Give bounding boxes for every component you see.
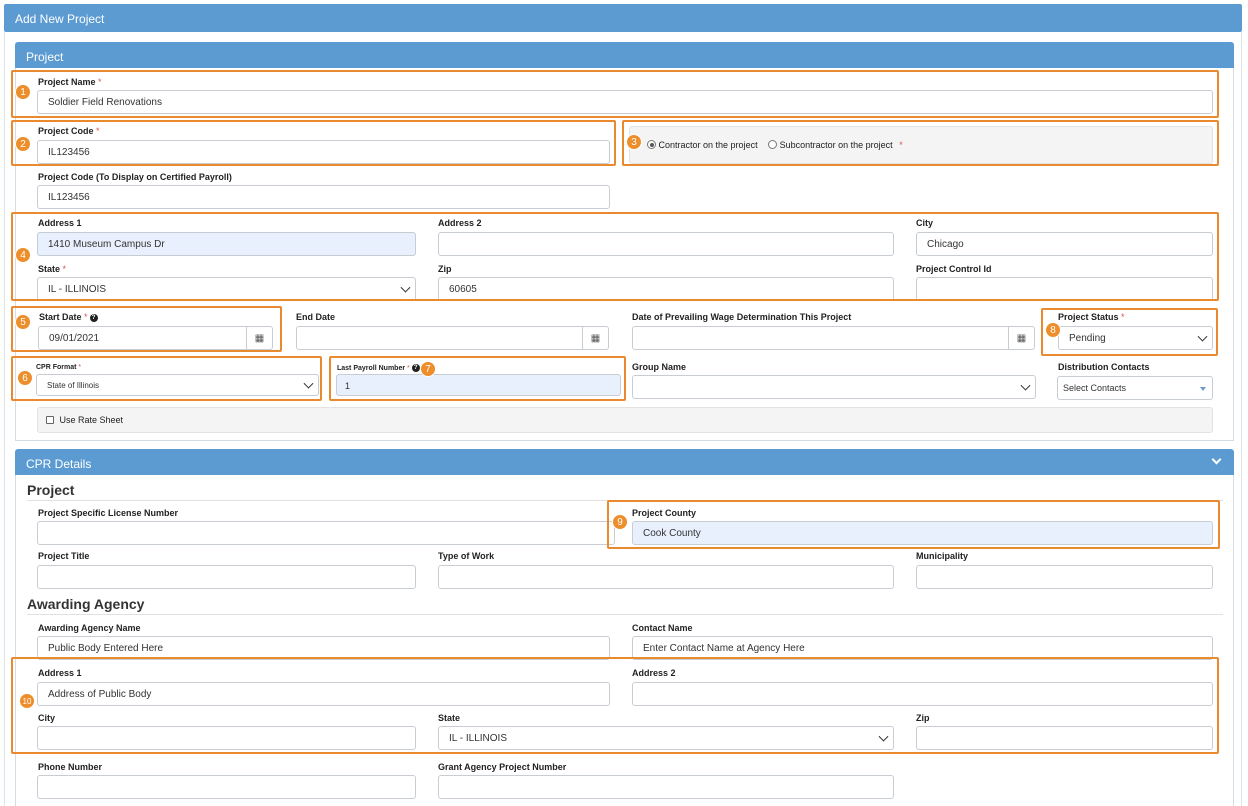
type-of-work-input[interactable] (438, 565, 894, 589)
distribution-contacts-label: Distribution Contacts (1058, 362, 1150, 372)
project-panel-header: Project (15, 42, 1234, 68)
callout-box (329, 356, 626, 401)
type-of-work-label: Type of Work (438, 551, 495, 561)
chevron-down-icon[interactable] (1211, 454, 1222, 465)
distribution-contacts-select[interactable]: Select Contacts (1057, 376, 1213, 400)
project-title-input[interactable] (37, 565, 416, 589)
municipality-label: Municipality (916, 551, 969, 561)
rate-sheet-row (37, 407, 1213, 433)
project-section-heading: Project (27, 482, 75, 498)
project-code-display-input[interactable]: IL123456 (37, 185, 610, 209)
callout-badge: 2 (15, 136, 31, 152)
group-name-select[interactable] (632, 375, 1036, 399)
calendar-icon[interactable]: ▦ (582, 327, 608, 349)
end-date-input[interactable]: ▦ (296, 326, 609, 350)
cpr-panel-title: CPR Details (26, 457, 92, 471)
prevailing-wage-date-label: Date of Prevailing Wage Determination Th… (632, 312, 852, 322)
use-rate-sheet-option[interactable]: Use Rate Sheet (46, 415, 123, 425)
use-rate-sheet-checkbox[interactable] (46, 416, 54, 424)
contact-name-label: Contact Name (632, 623, 693, 633)
callout-box (11, 212, 1219, 301)
phone-number-label: Phone Number (38, 762, 103, 772)
project-code-display-label: Project Code (To Display on Certified Pa… (38, 172, 232, 182)
agency-name-label: Awarding Agency Name (38, 623, 141, 633)
cpr-panel-header[interactable]: CPR Details (15, 449, 1234, 475)
callout-box (11, 657, 1219, 754)
group-name-label: Group Name (632, 362, 687, 372)
chevron-down-icon (1020, 380, 1031, 391)
callout-badge: 8 (1045, 322, 1061, 338)
license-number-input[interactable] (37, 521, 615, 545)
grant-project-number-label: Grant Agency Project Number (438, 762, 567, 772)
callout-badge: 10 (19, 693, 35, 709)
prevailing-wage-date-input[interactable]: ▦ (632, 326, 1035, 350)
caret-down-icon (1200, 387, 1206, 391)
page-header: Add New Project (4, 4, 1242, 32)
callout-badge: 1 (15, 84, 31, 100)
callout-badge: 7 (420, 361, 436, 377)
callout-badge: 5 (15, 314, 31, 330)
callout-box (1041, 308, 1218, 356)
callout-badge: 4 (15, 247, 31, 263)
project-panel-title: Project (26, 50, 64, 64)
callout-box (622, 120, 1219, 166)
municipality-input[interactable] (916, 565, 1213, 589)
callout-badge: 6 (17, 370, 33, 386)
callout-box (607, 500, 1220, 549)
callout-badge: 9 (612, 514, 628, 530)
awarding-agency-heading: Awarding Agency (27, 596, 145, 612)
end-date-label: End Date (296, 312, 336, 322)
callout-box (11, 120, 616, 166)
callout-badge: 3 (626, 134, 642, 150)
use-rate-sheet-label[interactable]: Use Rate Sheet (60, 415, 124, 425)
callout-box (11, 356, 322, 401)
page-title: Add New Project (15, 12, 105, 26)
grant-project-number-input[interactable] (438, 775, 894, 799)
callout-box (11, 70, 1219, 118)
phone-number-input[interactable] (37, 775, 416, 799)
project-title-label: Project Title (38, 551, 90, 561)
calendar-icon[interactable]: ▦ (1008, 327, 1034, 349)
divider (27, 614, 1223, 615)
callout-box (11, 306, 282, 352)
license-number-label: Project Specific License Number (38, 508, 179, 518)
